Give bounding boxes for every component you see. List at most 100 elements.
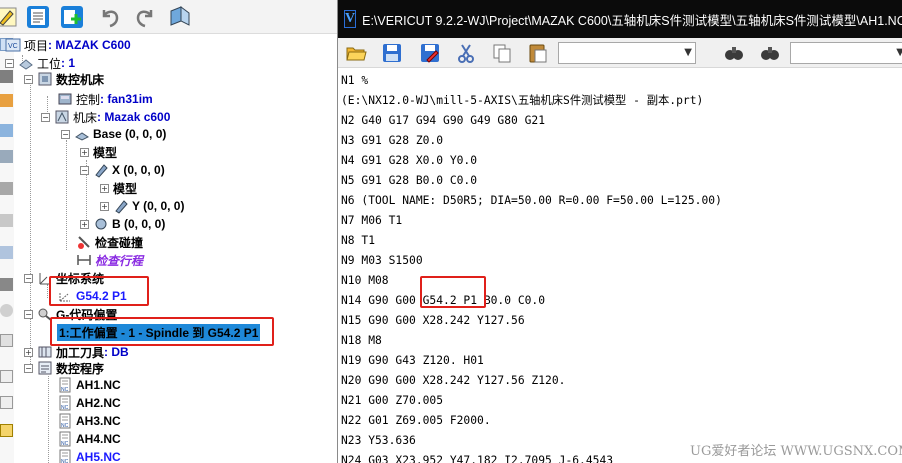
nc-file-icon[interactable] [0,370,13,383]
x-axis-icon [95,164,108,178]
svg-text:NC: NC [61,459,69,463]
tree-control[interactable]: 控制: fan31im [57,90,153,108]
svg-text:NC: NC [61,441,69,447]
table-icon[interactable] [0,124,13,137]
coordinate-icon[interactable] [0,304,13,317]
code-line[interactable]: N1 % [341,72,368,90]
tree-nc-programs[interactable]: − 数控程序 [24,359,104,377]
tree-model-1-label: 模型 [93,145,118,160]
tree-station-label: 工位 [37,56,62,71]
tree-y-axis[interactable]: + Y (0, 0, 0) [100,197,184,215]
code-line[interactable]: N3 G91 G28 Z0.0 [341,132,443,150]
expand-icon[interactable]: + [100,201,109,211]
tool-icon[interactable] [0,150,13,163]
collapse-icon[interactable]: − [61,129,70,139]
code-line[interactable]: N4 G91 G28 X0.0 Y0.0 [341,152,477,170]
code-line[interactable]: N2 G40 G17 G94 G90 G49 G80 G21 [341,112,545,130]
fixture-icon[interactable] [0,278,13,291]
code-line[interactable]: N10 M08 [341,272,389,290]
expand-icon[interactable]: + [100,183,109,193]
save-icon[interactable] [380,41,404,65]
spindle-icon[interactable] [0,214,13,227]
tree-base[interactable]: − Base (0, 0, 0) [61,125,166,143]
collapse-icon[interactable]: − [5,58,14,68]
expand-icon[interactable]: + [80,147,89,157]
code-line[interactable]: N7 M06 T1 [341,212,402,230]
code-line[interactable]: N5 G91 G28 B0.0 C0.0 [341,172,477,190]
undo-icon[interactable] [96,3,124,31]
collapse-icon[interactable]: − [80,165,89,175]
notes-button[interactable] [24,3,52,31]
nc-file-icon: NC [59,413,71,429]
code-line[interactable]: N20 G90 G00 X28.242 Y127.56 Z120. [341,372,565,390]
search-combo-box[interactable]: ▼ [558,42,696,64]
collapse-icon[interactable]: − [24,273,33,283]
tree-file-label: AH4.NC [76,432,121,446]
code-line[interactable]: N6 (TOOL NAME: D50R5; DIA=50.00 R=0.00 F… [341,192,722,210]
add-component-button[interactable] [58,3,86,31]
tree-project[interactable]: VC 项目: MAZAK C600 [5,36,131,54]
tree-collision-check[interactable]: 检查碰撞 [76,233,143,251]
copy-icon[interactable] [490,41,514,65]
pencil-button[interactable] [0,3,20,31]
tree-file-label: AH2.NC [76,396,121,410]
code-line[interactable]: N15 G90 G00 X28.242 Y127.56 [341,312,525,330]
tree-machine-label: 机床 [73,110,98,125]
machine-icon[interactable] [0,94,13,107]
window-title: E:\VERICUT 9.2.2-WJ\Project\MAZAK C600\五… [362,13,902,28]
collapse-icon[interactable]: − [24,363,33,373]
redo-icon[interactable] [131,3,159,31]
paste-icon[interactable] [526,41,550,65]
axis-icon[interactable] [0,246,13,259]
tree-machine[interactable]: − 机床: Mazak c600 [41,108,170,126]
expand-icon[interactable]: + [24,347,33,357]
tree-nc-programs-label: 数控程序 [56,361,105,376]
tree-travel-check[interactable]: 检查行程 [76,251,143,269]
find-icon[interactable] [722,41,746,65]
tooling-icon [38,346,52,358]
code-line[interactable]: N9 M03 S1500 [341,252,423,270]
svg-text:VC: VC [8,43,18,50]
save-as-icon[interactable] [418,41,442,65]
collision-icon[interactable] [0,182,13,195]
sub-file-icon[interactable] [0,396,13,409]
tree-file-ah2[interactable]: NC AH2.NC [57,394,121,412]
collapse-icon[interactable]: − [41,112,50,122]
collapse-icon[interactable]: − [24,309,33,319]
open-folder-icon[interactable] [344,41,368,65]
tree-file-ah1[interactable]: NC AH1.NC [57,376,121,394]
code-line[interactable]: (E:\NX12.0-WJ\mill-5-AXIS\五轴机床S件测试模型 - 副… [341,92,703,110]
cut-icon[interactable] [454,41,478,65]
tree-file-ah5[interactable]: NC AH5.NC [57,448,121,463]
find-replace-icon[interactable] [758,41,782,65]
code-line[interactable]: N18 M8 [341,332,382,350]
editor-toolbar: ▼ ▼ [338,38,902,68]
tree-file-ah3[interactable]: NC AH3.NC [57,412,121,430]
left-side-icon-strip [0,34,14,463]
machine-icon [55,110,69,124]
collapse-icon[interactable]: − [24,74,33,84]
svg-text:NC: NC [61,405,69,411]
svg-text:NC: NC [61,423,69,429]
model-view-icon[interactable] [166,3,194,31]
program-icon[interactable] [0,424,13,437]
tree-machine-value: : Mazak c600 [97,110,171,124]
tree-cnc-machine[interactable]: − 数控机床 [24,70,104,88]
tree-model-1[interactable]: + 模型 [80,143,117,161]
code-line[interactable]: N19 G90 G43 Z120. H01 [341,352,484,370]
code-line[interactable]: N21 G00 Z70.005 [341,392,443,410]
offset-icon[interactable] [0,334,13,347]
code-line[interactable]: N8 T1 [341,232,375,250]
code-line[interactable]: N24 G03 X23.952 Y47.182 I2.7095 J-6.4543 [341,452,613,463]
replace-combo-box[interactable]: ▼ [790,42,902,64]
tree-travel-check-label: 检查行程 [95,253,144,268]
nc-code-area[interactable]: N1 % (E:\NX12.0-WJ\mill-5-AXIS\五轴机床S件测试模… [338,70,902,463]
window-title-bar[interactable]: V E:\VERICUT 9.2.2-WJ\Project\MAZAK C600… [338,0,902,38]
tree-model-2[interactable]: + 模型 [100,179,137,197]
expand-icon[interactable]: + [80,219,89,229]
code-line[interactable]: N23 Y53.636 [341,432,416,450]
tree-b-axis[interactable]: + B (0, 0, 0) [80,215,165,233]
tree-x-axis[interactable]: − X (0, 0, 0) [80,161,165,179]
code-line[interactable]: N22 G01 Z69.005 F2000. [341,412,491,430]
tree-file-ah4[interactable]: NC AH4.NC [57,430,121,448]
